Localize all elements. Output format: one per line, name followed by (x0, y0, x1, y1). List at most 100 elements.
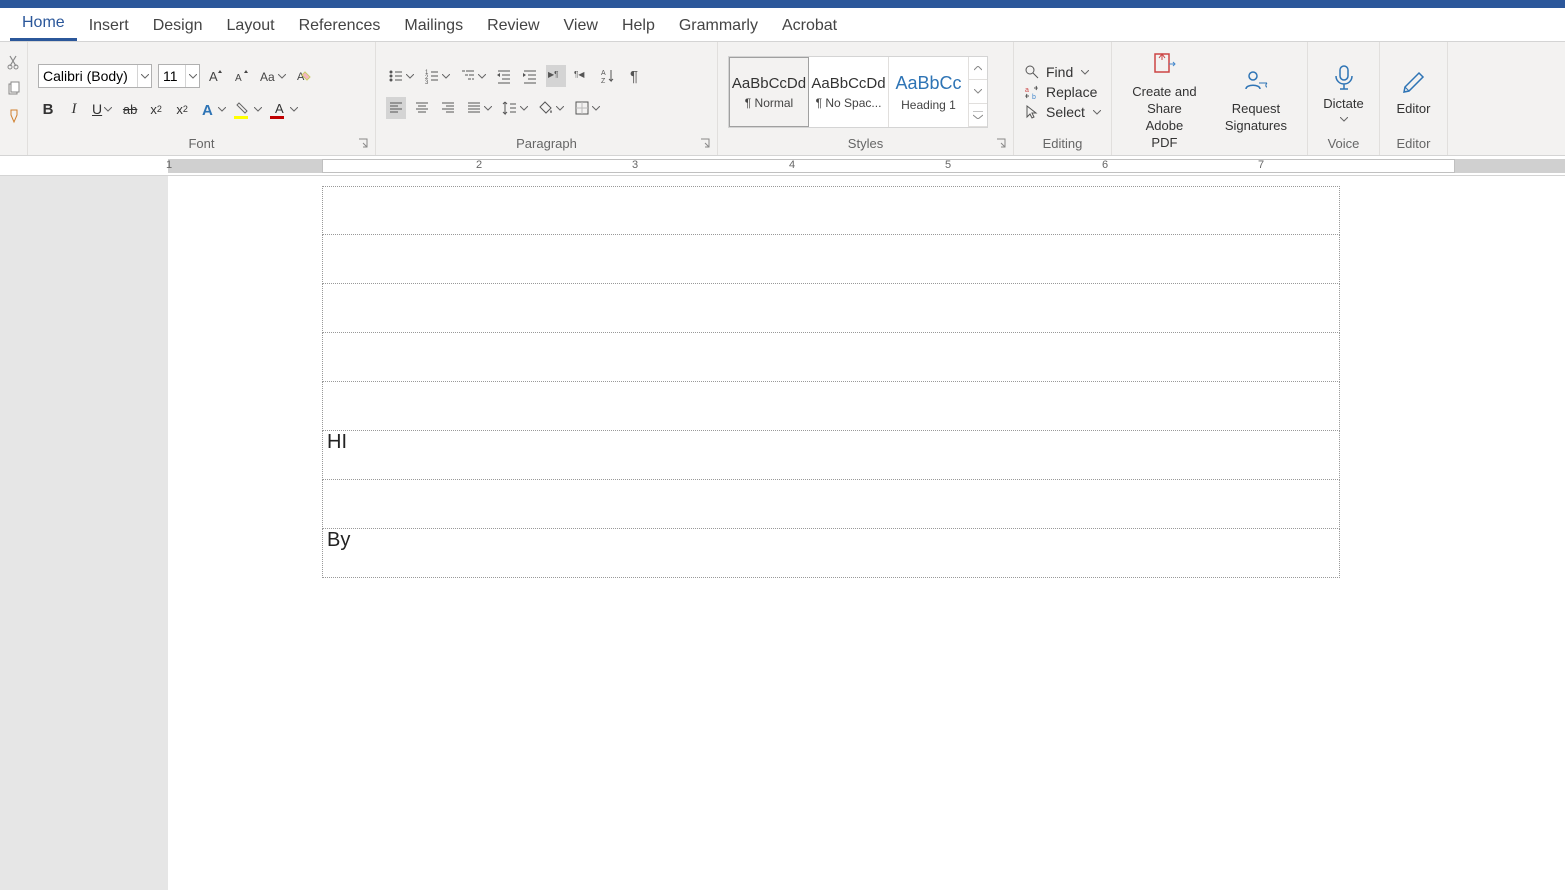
sort-button[interactable]: AZ (598, 65, 618, 87)
show-hide-paragraph-button[interactable]: ¶ (624, 65, 644, 87)
create-share-pdf-button[interactable]: Create and Share Adobe PDF (1122, 50, 1207, 152)
tab-help[interactable]: Help (610, 9, 667, 41)
subscript-button[interactable]: x2 (146, 98, 166, 120)
styles-gallery: AaBbCcDd ¶ Normal AaBbCcDd ¶ No Spac... … (728, 56, 988, 128)
table-row[interactable]: HI (322, 431, 1340, 480)
tab-grammarly[interactable]: Grammarly (667, 9, 770, 41)
group-editor: Editor Editor (1380, 42, 1448, 155)
group-styles: AaBbCcDd ¶ Normal AaBbCcDd ¶ No Spac... … (718, 42, 1014, 155)
replace-button[interactable]: abReplace (1024, 84, 1101, 100)
align-right-button[interactable] (438, 97, 458, 119)
copy-icon[interactable] (6, 81, 22, 102)
dialog-launcher-icon[interactable] (995, 137, 1007, 149)
editor-icon (1399, 67, 1429, 97)
style-normal[interactable]: AaBbCcDd ¶ Normal (729, 57, 809, 127)
rtl-text-direction-button[interactable]: ¶◀ (572, 65, 592, 87)
change-case-button[interactable]: Aa (258, 65, 288, 87)
table-row[interactable] (322, 235, 1340, 284)
svg-text:A: A (235, 73, 242, 84)
justify-button[interactable] (464, 97, 494, 119)
chevron-down-icon (1340, 117, 1348, 122)
borders-button[interactable] (572, 97, 602, 119)
group-label-font: Font (38, 134, 365, 151)
cut-icon[interactable] (6, 54, 22, 75)
dialog-launcher-icon[interactable] (699, 137, 711, 149)
font-name-input[interactable] (39, 68, 137, 84)
tab-mailings[interactable]: Mailings (392, 9, 475, 41)
text-effects-button[interactable]: A (198, 98, 228, 120)
shading-button[interactable] (536, 97, 566, 119)
styles-scroll-down[interactable] (969, 80, 987, 103)
table-row[interactable] (322, 333, 1340, 382)
highlight-button[interactable] (234, 98, 264, 120)
find-button[interactable]: Find (1024, 64, 1101, 80)
styles-expand[interactable] (969, 104, 987, 127)
line-spacing-button[interactable] (500, 97, 530, 119)
tab-review[interactable]: Review (475, 9, 551, 41)
group-voice: Dictate Voice (1308, 42, 1380, 155)
chevron-down-icon[interactable] (137, 65, 151, 87)
chevron-down-icon (278, 74, 286, 79)
editor-button[interactable]: Editor (1387, 67, 1441, 118)
style-no-spacing[interactable]: AaBbCcDd ¶ No Spac... (809, 57, 889, 127)
title-bar (0, 0, 1565, 8)
align-center-button[interactable] (412, 97, 432, 119)
format-painter-icon[interactable] (6, 108, 22, 129)
underline-button[interactable]: U (90, 98, 114, 120)
group-label-editing: Editing (1024, 134, 1101, 151)
table-row[interactable]: By (322, 529, 1340, 578)
tab-insert[interactable]: Insert (77, 9, 141, 41)
table-row[interactable] (322, 382, 1340, 431)
font-size-input[interactable] (159, 68, 185, 84)
font-name-select[interactable] (38, 64, 152, 88)
superscript-button[interactable]: x2 (172, 98, 192, 120)
font-size-select[interactable] (158, 64, 200, 88)
increase-indent-button[interactable] (520, 65, 540, 87)
group-label-paragraph: Paragraph (386, 134, 707, 151)
svg-text:A: A (601, 70, 606, 77)
svg-text:Z: Z (601, 78, 606, 84)
font-color-button[interactable]: A (270, 98, 300, 120)
table-row[interactable] (322, 186, 1340, 235)
tab-layout[interactable]: Layout (215, 9, 287, 41)
horizontal-ruler[interactable]: 1 2 3 4 5 6 7 (0, 156, 1565, 176)
dialog-launcher-icon[interactable] (357, 137, 369, 149)
request-signatures-button[interactable]: Request Signatures (1215, 67, 1297, 135)
styles-scroll-up[interactable] (969, 57, 987, 80)
tab-references[interactable]: References (287, 9, 393, 41)
strikethrough-button[interactable]: ab (120, 98, 140, 120)
table-row[interactable] (322, 480, 1340, 529)
chevron-down-icon (442, 74, 450, 79)
chevron-down-icon (254, 107, 262, 112)
svg-text:A: A (209, 69, 218, 84)
table-row[interactable] (322, 284, 1340, 333)
style-heading-1[interactable]: AaBbCc Heading 1 (889, 57, 969, 127)
select-button[interactable]: Select (1024, 104, 1101, 120)
document-table[interactable]: HI By (322, 186, 1340, 578)
svg-text:a: a (1025, 87, 1029, 94)
align-left-button[interactable] (386, 97, 406, 119)
svg-text:3: 3 (425, 80, 429, 84)
numbering-button[interactable]: 123 (422, 65, 452, 87)
grow-font-button[interactable]: A (206, 65, 226, 87)
chevron-down-icon[interactable] (185, 65, 199, 87)
tab-home[interactable]: Home (10, 6, 77, 41)
chevron-down-icon (520, 106, 528, 111)
ltr-text-direction-button[interactable]: ▶¶ (546, 65, 566, 87)
decrease-indent-button[interactable] (494, 65, 514, 87)
tab-acrobat[interactable]: Acrobat (770, 9, 849, 41)
left-gutter (0, 176, 168, 890)
page[interactable]: HI By (168, 176, 1565, 890)
bold-button[interactable]: B (38, 98, 58, 120)
clear-formatting-button[interactable]: A (294, 65, 314, 87)
tab-view[interactable]: View (552, 9, 610, 41)
multilevel-list-button[interactable] (458, 65, 488, 87)
shrink-font-button[interactable]: A (232, 65, 252, 87)
svg-text:A: A (275, 101, 284, 116)
bullets-button[interactable] (386, 65, 416, 87)
tab-design[interactable]: Design (141, 9, 215, 41)
italic-button[interactable]: I (64, 98, 84, 120)
dictate-button[interactable]: Dictate (1313, 62, 1373, 122)
svg-text:▶¶: ▶¶ (548, 70, 558, 79)
group-editing: Find abReplace Select Editing (1014, 42, 1112, 155)
